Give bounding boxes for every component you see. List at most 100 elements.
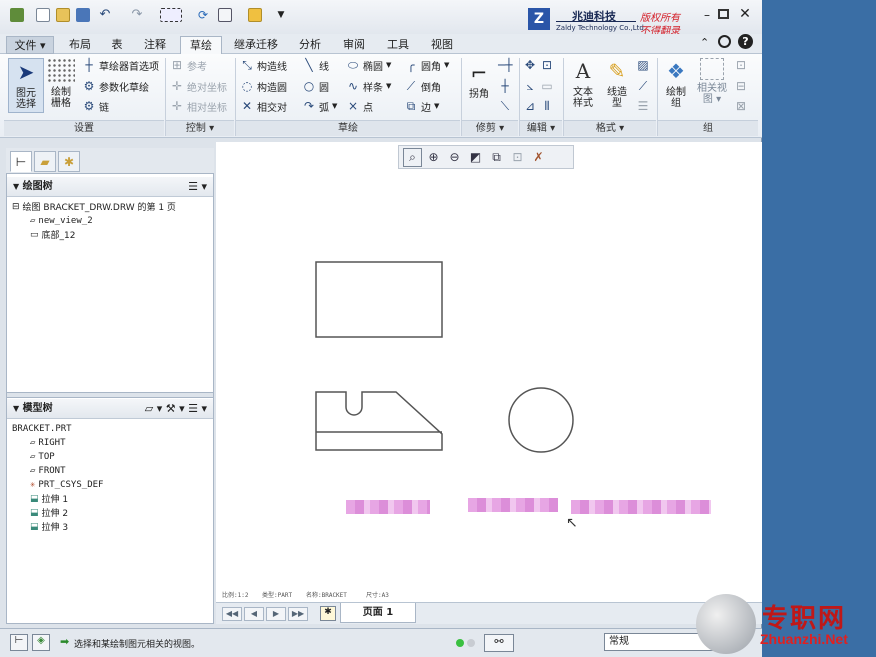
tab-analysis[interactable]: 分析 (292, 36, 328, 54)
new-sheet-icon[interactable]: ✱ (320, 606, 336, 621)
group-tool-1[interactable]: ⊡ (734, 57, 748, 73)
tab-favorites[interactable]: ✱ (58, 151, 80, 172)
control-group-label[interactable]: 控制 ▾ (166, 120, 234, 136)
list-item[interactable]: ▱ TOP (30, 450, 55, 463)
tab-tools[interactable]: 工具 (380, 36, 416, 54)
save-icon[interactable] (76, 8, 90, 22)
open-folder-icon[interactable] (56, 8, 70, 22)
collapse-ribbon-icon[interactable]: ⌃ (700, 36, 709, 49)
trim-group-label[interactable]: 修剪 ▾ (462, 120, 518, 136)
tab-table[interactable]: 表 (104, 36, 130, 54)
tab-folder-browser[interactable]: ▰ (34, 151, 56, 172)
move-button[interactable]: ✥ ⊡ (523, 57, 554, 73)
intersect-button[interactable]: ✕ 相交对 (240, 98, 287, 114)
collapse-arrow-icon[interactable]: ▼ (13, 182, 19, 191)
trim-tool-1[interactable]: ─┼ (498, 57, 512, 73)
corner-button[interactable]: ⌐ 拐角 (464, 60, 494, 101)
related-view-button[interactable]: 相关视 图 ▾ (694, 58, 730, 105)
customize-qat-icon[interactable]: ▼ (274, 8, 288, 22)
display-style-icon[interactable]: ⧉ (487, 148, 506, 167)
tree-settings-icon[interactable]: ☰ ▾ (188, 180, 207, 193)
ellipse-button[interactable]: ⬭ 椭圆 ▼ (346, 57, 392, 73)
select-entity-button[interactable]: ➤ 图元 选择 (8, 58, 44, 113)
list-item[interactable]: ▱ FRONT (30, 464, 66, 477)
chamfer-button[interactable]: ⟋ 倒角 (404, 78, 441, 94)
construct-line-button[interactable]: ⤡ 构造线 (240, 57, 287, 73)
search-icon[interactable] (718, 35, 731, 48)
windows-icon[interactable] (218, 8, 232, 22)
draw-grid-button[interactable]: 绘制 栅格 (46, 58, 76, 109)
format-tool-2[interactable]: ⟋ (636, 78, 650, 94)
zoom-in-icon[interactable]: ⊕ (424, 148, 443, 167)
undo-icon[interactable]: ↶ (98, 8, 112, 22)
reference-button[interactable]: ⊞ 参考 (170, 57, 207, 73)
datum-display-icon[interactable]: ⊡ (508, 148, 527, 167)
regenerate-icon[interactable]: ⟳ (196, 8, 210, 22)
new-file-icon[interactable] (36, 8, 50, 22)
tab-file[interactable]: 文件 ▾ (6, 36, 54, 54)
line-style-button[interactable]: ✎ 线造 型 (602, 58, 632, 110)
format-tool-3[interactable]: ☰ (636, 98, 650, 114)
redo-icon[interactable]: ↷ (130, 8, 144, 22)
model-tree-header[interactable]: ▼ 模型树 ▱ ▾ ⚒ ▾ ☰ ▾ (7, 399, 213, 419)
close-window-icon[interactable] (248, 8, 262, 22)
list-item[interactable]: BRACKET.PRT (12, 422, 72, 435)
drawing-tree-header[interactable]: ▼ 绘图树 ☰ ▾ (7, 177, 213, 197)
fillet-button[interactable]: ╭ 圆角 ▼ (404, 57, 449, 73)
pane-divider[interactable] (7, 392, 213, 398)
mirror-button[interactable]: ⊿ ⫴ (523, 98, 554, 114)
repaint-icon[interactable]: ◩ (466, 148, 485, 167)
trim-tool-3[interactable]: ⟍ (498, 98, 512, 114)
toggle-navigator-icon[interactable]: ⊢ (10, 634, 28, 651)
find-icon[interactable]: ⚯ (484, 634, 514, 652)
chain-button[interactable]: ⚙ 链 (82, 98, 109, 114)
tab-legacy-migration[interactable]: 继承迁移 (226, 36, 286, 54)
tab-annotate[interactable]: 注释 (136, 36, 174, 54)
tab-review[interactable]: 审阅 (336, 36, 372, 54)
list-item[interactable]: ▭ 底部_12 (30, 228, 75, 242)
line-button[interactable]: ╲ 线 (302, 57, 329, 73)
annotation-display-icon[interactable]: ✗ (529, 148, 548, 167)
list-item[interactable]: ⬓ 拉伸 3 (30, 520, 68, 534)
prev-page-button[interactable]: ◀ (244, 607, 264, 621)
page-tab[interactable]: 页面 1 (340, 603, 416, 623)
construct-circle-button[interactable]: ◌ 构造圆 (240, 78, 287, 94)
edge-button[interactable]: ⧉ 边 ▼ (404, 98, 440, 114)
rel-coord-button[interactable]: ✛ 相对坐标 (170, 98, 227, 114)
select-box-icon[interactable] (160, 8, 182, 22)
text-style-button[interactable]: A 文本 样式 (568, 58, 598, 110)
param-sketch-button[interactable]: ⚙ 参数化草绘 (82, 78, 149, 94)
format-tool-1[interactable]: ▨ (636, 57, 650, 73)
zoom-out-icon[interactable]: ⊖ (445, 148, 464, 167)
minimize-button[interactable]: – (700, 8, 714, 22)
tab-view[interactable]: 视图 (424, 36, 460, 54)
next-page-button[interactable]: ▶ (266, 607, 286, 621)
point-button[interactable]: × 点 (346, 98, 373, 114)
spline-button[interactable]: ∿ 样条 ▼ (346, 78, 391, 94)
trim-tool-2[interactable]: ┼ (498, 78, 512, 94)
edit-group-label[interactable]: 编辑 ▾ (520, 120, 562, 136)
group-tool-2[interactable]: ⊟ (734, 78, 748, 94)
list-item[interactable]: ✳ PRT_CSYS_DEF (30, 478, 103, 491)
collapse-arrow-icon[interactable]: ▼ (13, 404, 19, 413)
tab-layout[interactable]: 布局 (62, 36, 98, 54)
last-page-button[interactable]: ▶▶ (288, 607, 308, 621)
tab-sketch[interactable]: 草绘 (180, 36, 222, 54)
group-tool-3[interactable]: ⊠ (734, 98, 748, 114)
first-page-button[interactable]: ◀◀ (222, 607, 242, 621)
abs-coord-button[interactable]: ✛ 绝对坐标 (170, 78, 227, 94)
drawing-canvas[interactable]: ↖ 比例:1:2 类型:PART 名称:BRACKET 尺寸:A3 (216, 142, 762, 602)
refit-icon[interactable]: ⌕ (403, 147, 422, 167)
list-item[interactable]: ▱ new_view_2 (30, 214, 93, 227)
toggle-browser-icon[interactable]: ◈ (32, 634, 50, 651)
arc-button[interactable]: ↷ 弧 ▼ (302, 98, 337, 114)
tab-model-tree[interactable]: ⊢ (10, 151, 32, 172)
draw-group-button[interactable]: ❖ 绘制 组 (660, 58, 692, 110)
list-item[interactable]: ⬓ 拉伸 1 (30, 492, 68, 506)
model-tree-tools-icon[interactable]: ▱ ▾ ⚒ ▾ ☰ ▾ (145, 402, 207, 415)
format-group-label[interactable]: 格式 ▾ (564, 120, 656, 136)
list-item[interactable]: ⬓ 拉伸 2 (30, 506, 68, 520)
sketcher-prefs-button[interactable]: ┼ 草绘器首选项 (82, 57, 159, 73)
circle-button[interactable]: ○ 圆 (302, 78, 329, 94)
list-item[interactable]: ⊟ 绘图 BRACKET_DRW.DRW 的第 1 页 (12, 200, 176, 214)
